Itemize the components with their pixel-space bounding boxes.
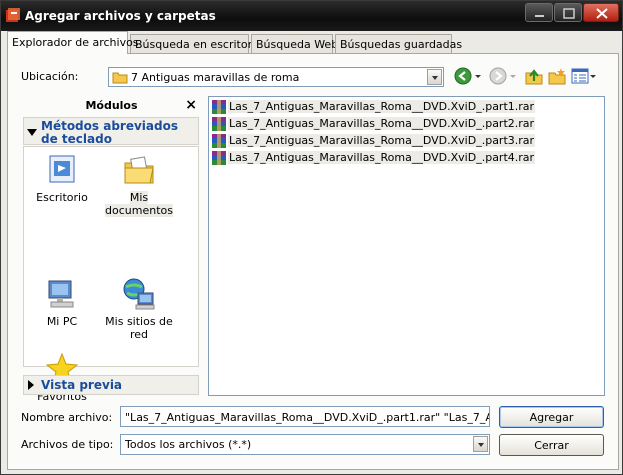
preview-label: Vista previa (41, 378, 123, 392)
sidebar-title: Módulos (85, 99, 138, 112)
rar-archive-icon (212, 151, 226, 165)
location-value: 7 Antiguas maravillas de roma (131, 71, 300, 84)
minimize-button[interactable] (525, 3, 553, 22)
up-folder-icon[interactable] (525, 67, 543, 85)
expand-triangle-icon (27, 129, 37, 136)
forward-icon[interactable] (489, 67, 507, 85)
tab-file-explorer[interactable]: Explorador de archivos (7, 31, 139, 54)
place-my-documents[interactable]: Mis documentos (104, 153, 174, 217)
back-icon[interactable] (454, 67, 472, 85)
close-icon[interactable]: × (185, 97, 197, 113)
place-label: Mis sitios de red (105, 315, 173, 341)
window-title: Agregar archivos y carpetas (25, 9, 216, 23)
close-icon (596, 8, 608, 19)
close-dialog-button[interactable]: Cerrar (499, 434, 604, 456)
desktop-icon (49, 155, 75, 183)
file-name: Las_7_Antiguas_Maravillas_Roma__DVD.XviD… (228, 100, 536, 113)
filetype-value: Todos los archivos (*.*) (125, 438, 252, 451)
filetype-select[interactable]: Todos los archivos (*.*) (120, 434, 490, 455)
tab-label: Búsquedas guardadas (340, 38, 463, 51)
network-places-icon (123, 278, 155, 310)
file-list[interactable]: Las_7_Antiguas_Maravillas_Roma__DVD.XviD… (208, 96, 605, 396)
close-button-label: Cerrar (534, 439, 569, 452)
filename-input[interactable]: "Las_7_Antiguas_Maravillas_Roma__DVD.Xvi… (120, 406, 490, 427)
add-files-dialog: Agregar archivos y carpetas Explorador d… (0, 0, 623, 475)
app-icon (6, 8, 20, 22)
chevron-down-icon[interactable] (427, 69, 442, 85)
new-folder-icon[interactable] (548, 67, 566, 85)
tab-label: Explorador de archivos (12, 36, 139, 49)
tab-saved-searches[interactable]: Búsquedas guardadas (335, 34, 462, 53)
preview-section-header[interactable]: Vista previa (23, 375, 199, 395)
my-documents-icon (124, 156, 154, 184)
filename-label: Nombre archivo: (21, 411, 113, 424)
maximize-button[interactable] (554, 3, 582, 22)
place-label: Mis documentos (105, 191, 173, 217)
folder-icon (112, 72, 128, 84)
tab-label: Búsqueda en escritorio (135, 38, 262, 51)
shortcuts-label: Métodos abreviados de teclado (41, 119, 178, 146)
location-label: Ubicación: (21, 70, 79, 83)
my-computer-icon (48, 280, 74, 308)
file-name: Las_7_Antiguas_Maravillas_Roma__DVD.XviD… (228, 151, 536, 164)
sidebar-header: Módulos × (21, 96, 202, 116)
filetype-label: Archivos de tipo: (21, 438, 114, 451)
minimize-icon (535, 15, 544, 17)
modules-sidebar: Módulos × Métodos abreviados de teclado … (21, 96, 202, 403)
collapse-triangle-icon (28, 380, 34, 390)
place-network[interactable]: Mis sitios de red (104, 277, 174, 341)
maximize-icon (563, 8, 575, 19)
view-menu-icon[interactable] (571, 67, 597, 85)
file-name: Las_7_Antiguas_Maravillas_Roma__DVD.XviD… (228, 117, 536, 130)
location-combo[interactable]: 7 Antiguas maravillas de roma (108, 67, 444, 87)
add-button-label: Agregar (529, 411, 574, 424)
rar-archive-icon (212, 134, 226, 148)
place-label: Escritorio (36, 191, 88, 204)
place-my-computer[interactable]: Mi PC (27, 277, 97, 328)
rar-archive-icon (212, 100, 226, 114)
place-label: Mi PC (46, 315, 78, 328)
file-name: Las_7_Antiguas_Maravillas_Roma__DVD.XviD… (228, 134, 536, 147)
close-button[interactable] (583, 3, 619, 22)
chevron-down-icon[interactable] (473, 436, 488, 452)
place-desktop[interactable]: Escritorio (27, 153, 97, 204)
filename-value: "Las_7_Antiguas_Maravillas_Roma__DVD.Xvi… (125, 411, 490, 424)
shortcuts-panel: Escritorio Mis documentos Mi PC Mis siti… (23, 146, 199, 403)
back-dropdown-icon[interactable] (474, 67, 482, 85)
rar-archive-icon (212, 117, 226, 131)
tab-label: Búsqueda Web (256, 38, 339, 51)
add-button[interactable]: Agregar (499, 406, 604, 428)
title-bar[interactable]: Agregar archivos y carpetas (1, 1, 622, 31)
tab-desktop-search[interactable]: Búsqueda en escritorio (130, 34, 262, 53)
tab-web-search[interactable]: Búsqueda Web (251, 34, 338, 53)
forward-dropdown-icon[interactable] (509, 67, 517, 85)
shortcuts-section-header[interactable]: Métodos abreviados de teclado (23, 117, 199, 146)
